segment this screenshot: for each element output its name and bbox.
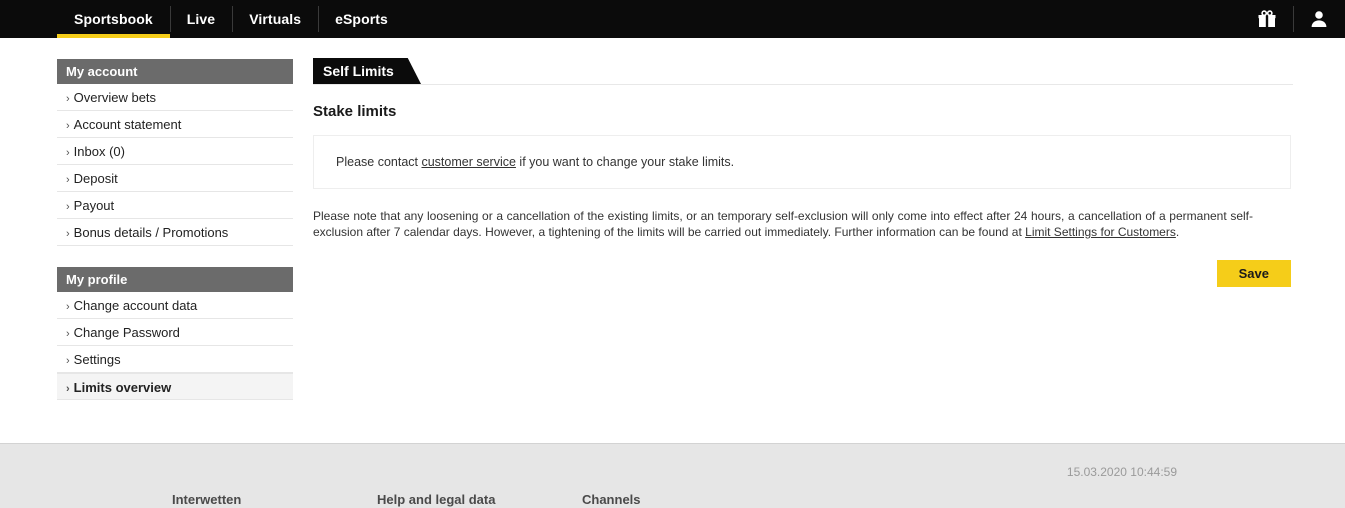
- sidebar-item-label: Settings: [73, 352, 121, 367]
- footer-column-help-and-legal-data: Help and legal data: [377, 492, 582, 507]
- chevron-right-icon: ›: [66, 120, 70, 132]
- nav-item-label: Virtuals: [249, 11, 302, 27]
- sidebar-item-settings[interactable]: › Settings: [57, 346, 293, 373]
- nav-item-label: eSports: [335, 11, 388, 27]
- nav-item-label: Live: [186, 11, 216, 27]
- footer-column-title: Interwetten: [172, 492, 242, 507]
- nav-right-icons: [1241, 0, 1345, 38]
- page-title: Stake limits: [313, 103, 397, 120]
- chevron-right-icon: ›: [66, 93, 70, 105]
- chevron-right-icon: ›: [66, 301, 70, 313]
- footer-column-interwetten: Interwetten: [172, 492, 377, 507]
- footer-columns: Interwetten Help and legal data Channels: [172, 492, 1072, 507]
- chevron-right-icon: ›: [66, 383, 70, 395]
- sidebar-item-change-password[interactable]: › Change Password: [57, 319, 293, 346]
- info-text: Please contact customer service if you w…: [336, 155, 734, 169]
- nav-item-live[interactable]: Live: [169, 0, 232, 38]
- chevron-right-icon: ›: [66, 328, 70, 340]
- tab-strip-divider: [313, 84, 1293, 85]
- chevron-right-icon: ›: [66, 355, 70, 367]
- sidebar-item-label: Overview bets: [73, 90, 157, 105]
- customer-service-link[interactable]: customer service: [421, 155, 515, 169]
- gift-button[interactable]: [1241, 0, 1293, 38]
- sidebar-item-overview-bets[interactable]: › Overview bets: [57, 84, 293, 111]
- gift-icon: [1257, 9, 1277, 29]
- sidebar: My account › Overview bets › Account state…: [57, 59, 293, 421]
- chevron-right-icon: ›: [66, 174, 70, 186]
- tab-strip: Self Limits: [313, 58, 1293, 85]
- footer: 15.03.2020 10:44:59 Interwetten Help and…: [0, 443, 1345, 508]
- stake-limits-info-box: Please contact customer service if you w…: [313, 135, 1291, 189]
- self-exclusion-note: Please note that any loosening or a canc…: [313, 208, 1253, 240]
- chevron-right-icon: ›: [66, 201, 70, 213]
- chevron-right-icon: ›: [66, 228, 70, 240]
- sidebar-item-label: Inbox (0): [73, 144, 125, 159]
- sidebar-item-label: Account statement: [73, 117, 182, 132]
- sidebar-item-limits-overview[interactable]: › Limits overview: [57, 373, 293, 400]
- info-text-after: if you want to change your stake limits.: [515, 155, 735, 169]
- tab-label: Self Limits: [323, 63, 394, 79]
- sidebar-item-bonus-details-promotions[interactable]: › Bonus details / Promotions: [57, 219, 293, 246]
- sidebar-item-label: Change account data: [73, 298, 198, 313]
- footer-column-channels: Channels: [582, 492, 787, 507]
- top-navigation-bar: Sportsbook Live Virtuals eSports: [0, 0, 1345, 38]
- sidebar-group-my-profile: My profile › Change account data › Change …: [57, 267, 293, 400]
- sidebar-group-title: My profile: [57, 267, 293, 292]
- primary-nav-items: Sportsbook Live Virtuals eSports: [57, 0, 405, 38]
- nav-item-label: Sportsbook: [74, 11, 153, 27]
- sidebar-group-my-account: My account › Overview bets › Account state…: [57, 59, 293, 246]
- sidebar-item-change-account-data[interactable]: › Change account data: [57, 292, 293, 319]
- sidebar-item-inbox[interactable]: › Inbox (0): [57, 138, 293, 165]
- sidebar-item-label: Change Password: [73, 325, 180, 340]
- sidebar-item-label: Payout: [73, 198, 115, 213]
- page-body: My account › Overview bets › Account state…: [0, 38, 1345, 443]
- sidebar-item-account-statement[interactable]: › Account statement: [57, 111, 293, 138]
- sidebar-item-label: Limits overview: [73, 380, 172, 395]
- nav-item-sportsbook[interactable]: Sportsbook: [57, 0, 170, 38]
- limit-settings-link[interactable]: Limit Settings for Customers: [1025, 225, 1176, 239]
- chevron-right-icon: ›: [66, 147, 70, 159]
- note-text-after: .: [1175, 225, 1180, 239]
- main-content: Self Limits Stake limits Please contact …: [313, 58, 1293, 287]
- nav-item-esports[interactable]: eSports: [318, 0, 405, 38]
- sidebar-item-payout[interactable]: › Payout: [57, 192, 293, 219]
- user-icon: [1309, 9, 1329, 29]
- sidebar-group-title: My account: [57, 59, 293, 84]
- save-button[interactable]: Save: [1216, 260, 1291, 287]
- footer-column-title: Channels: [582, 492, 641, 507]
- sidebar-item-label: Bonus details / Promotions: [73, 225, 229, 240]
- action-row: Save: [313, 260, 1291, 287]
- footer-column-title: Help and legal data: [377, 492, 496, 507]
- nav-item-virtuals[interactable]: Virtuals: [232, 0, 318, 38]
- info-text-before: Please contact: [336, 155, 422, 169]
- sidebar-item-label: Deposit: [73, 171, 118, 186]
- server-timestamp: 15.03.2020 10:44:59: [1066, 465, 1177, 479]
- sidebar-item-deposit[interactable]: › Deposit: [57, 165, 293, 192]
- account-button[interactable]: [1293, 0, 1345, 38]
